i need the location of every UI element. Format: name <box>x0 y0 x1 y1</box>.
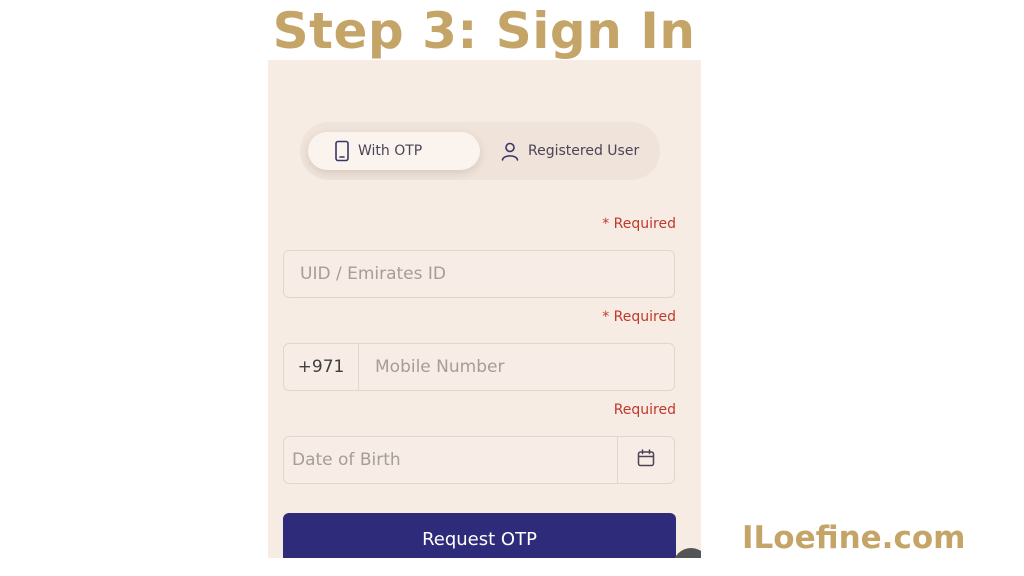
sign-in-screen: With OTP Registered User * Required * Re… <box>268 60 701 558</box>
step-title: Step 3: Sign In <box>272 2 696 60</box>
calendar-icon <box>636 448 656 472</box>
page: Step 3: Sign In With OTP Registered User… <box>0 0 1024 576</box>
tab-registered-user-label: Registered User <box>528 143 640 159</box>
mobile-field[interactable]: +971 <box>283 343 675 391</box>
tab-with-otp-label: With OTP <box>358 143 423 159</box>
calendar-button[interactable] <box>617 437 674 483</box>
phone-icon <box>334 140 350 162</box>
user-icon <box>500 141 520 161</box>
floating-help-button[interactable] <box>673 548 701 558</box>
date-of-birth-input[interactable] <box>284 437 617 483</box>
tab-registered-user[interactable]: Registered User <box>500 132 650 170</box>
mobile-number-input[interactable] <box>359 344 674 390</box>
uid-field[interactable] <box>283 250 675 298</box>
request-otp-button[interactable]: Request OTP <box>283 513 676 558</box>
uid-input[interactable] <box>284 251 674 297</box>
dob-field[interactable] <box>283 436 675 484</box>
tab-with-otp[interactable]: With OTP <box>308 132 480 170</box>
login-method-toggle: With OTP Registered User <box>300 122 660 180</box>
country-code-prefix[interactable]: +971 <box>284 344 359 390</box>
uid-required-label: * Required <box>602 216 676 232</box>
watermark: ILoefine.com <box>742 520 966 556</box>
dob-required-label: Required <box>613 402 676 418</box>
mobile-required-label: * Required <box>602 309 676 325</box>
